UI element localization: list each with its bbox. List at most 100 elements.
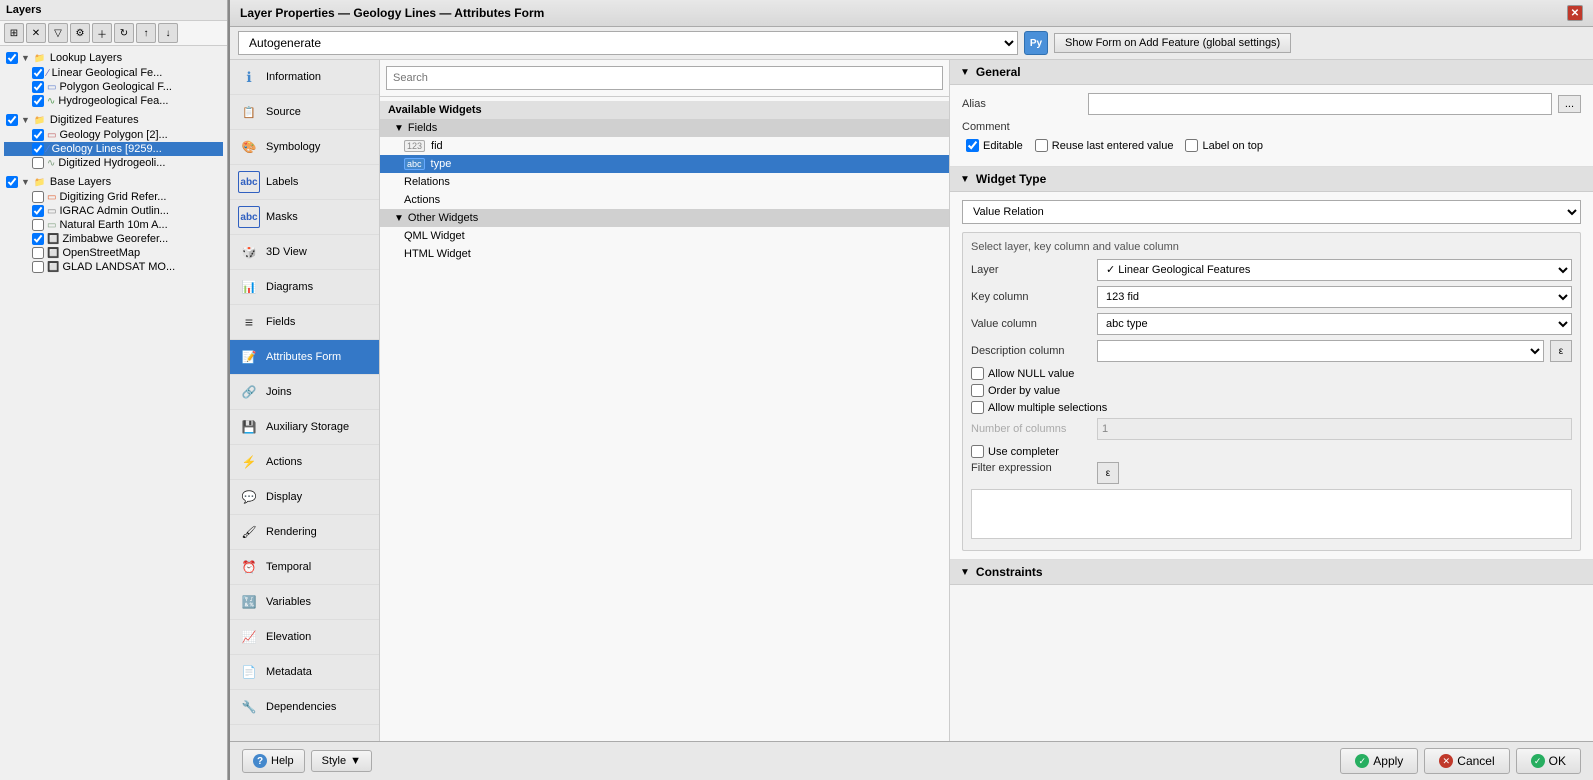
list-item[interactable]: ▭ Natural Earth 10m A... xyxy=(4,218,223,232)
nav-item-elevation[interactable]: 📈 Elevation xyxy=(230,620,379,655)
layer-group-digitized-header[interactable]: ▼ 📁 Digitized Features xyxy=(4,112,223,128)
digitizing-grid-checkbox[interactable] xyxy=(32,191,44,203)
layer-config-select[interactable]: ✓ Linear Geological Features xyxy=(1097,259,1572,281)
list-item[interactable]: 🔲 GLAD LANDSAT MO... xyxy=(4,260,223,274)
apply-button[interactable]: ✓ Apply xyxy=(1340,748,1418,774)
nav-item-joins[interactable]: 🔗 Joins xyxy=(230,375,379,410)
widget-field-fid[interactable]: 123 fid xyxy=(380,137,949,155)
nav-item-diagrams[interactable]: 📊 Diagrams xyxy=(230,270,379,305)
filter-expr-button[interactable]: ε xyxy=(1097,462,1119,484)
widget-qml[interactable]: QML Widget xyxy=(380,227,949,245)
nav-item-symbology[interactable]: 🎨 Symbology xyxy=(230,130,379,165)
label-on-top-label[interactable]: Label on top xyxy=(1185,139,1263,152)
nav-item-actions[interactable]: ⚡ Actions xyxy=(230,445,379,480)
layer-group-base-header[interactable]: ▼ 📁 Base Layers xyxy=(4,174,223,190)
cancel-button[interactable]: ✕ Cancel xyxy=(1424,748,1509,774)
layer-options-btn[interactable]: ⚙ xyxy=(70,23,90,43)
widget-field-type[interactable]: abc type xyxy=(380,155,949,173)
nav-item-rendering[interactable]: 🖌 Rendering xyxy=(230,515,379,550)
available-widgets-header[interactable]: Available Widgets xyxy=(380,101,949,119)
list-item[interactable]: ▭ Digitizing Grid Refer... xyxy=(4,190,223,204)
editable-checkbox[interactable] xyxy=(966,139,979,152)
python-icon-btn[interactable]: Py xyxy=(1024,31,1048,55)
order-by-checkbox[interactable] xyxy=(971,384,984,397)
move-down-btn[interactable]: ↓ xyxy=(158,23,178,43)
nav-item-attributes-form[interactable]: 📝 Attributes Form xyxy=(230,340,379,375)
close-button[interactable]: ✕ xyxy=(1567,5,1583,21)
widget-search-input[interactable] xyxy=(386,66,943,90)
nav-item-labels[interactable]: abc Labels xyxy=(230,165,379,200)
base-group-checkbox[interactable] xyxy=(6,176,18,188)
polygon-geo-checkbox[interactable] xyxy=(32,81,44,93)
list-item[interactable]: ▭ Polygon Geological F... xyxy=(4,80,223,94)
filter-expr-textarea[interactable] xyxy=(971,489,1572,539)
widget-relations[interactable]: Relations xyxy=(380,173,949,191)
general-section-header[interactable]: ▼ General xyxy=(950,60,1593,85)
other-widgets-header[interactable]: ▼ Other Widgets xyxy=(380,209,949,227)
widget-actions[interactable]: Actions xyxy=(380,191,949,209)
osm-checkbox[interactable] xyxy=(32,247,44,259)
digitized-hydro-checkbox[interactable] xyxy=(32,157,44,169)
help-button[interactable]: ? Help xyxy=(242,749,305,773)
reuse-last-label[interactable]: Reuse last entered value xyxy=(1035,139,1174,152)
description-expr-button[interactable]: ε xyxy=(1550,340,1572,362)
geology-lines-checkbox[interactable] xyxy=(32,143,44,155)
allow-null-label[interactable]: Allow NULL value xyxy=(971,367,1074,380)
digitized-expand-arrow[interactable]: ▼ xyxy=(21,115,30,125)
lookup-group-checkbox[interactable] xyxy=(6,52,18,64)
filter-btn[interactable]: ▽ xyxy=(48,23,68,43)
nav-item-temporal[interactable]: ⏰ Temporal xyxy=(230,550,379,585)
autogenerate-select[interactable]: Autogenerate xyxy=(238,31,1018,55)
reuse-last-checkbox[interactable] xyxy=(1035,139,1048,152)
list-item[interactable]: ∕ Linear Geological Fe... xyxy=(4,66,223,80)
nav-item-variables[interactable]: 🔣 Variables xyxy=(230,585,379,620)
widget-type-section-header[interactable]: ▼ Widget Type xyxy=(950,167,1593,192)
layer-group-lookup-header[interactable]: ▼ 📁 Lookup Layers xyxy=(4,50,223,66)
nav-item-dependencies[interactable]: 🔧 Dependencies xyxy=(230,690,379,725)
nav-item-metadata[interactable]: 📄 Metadata xyxy=(230,655,379,690)
add-layer-btn[interactable]: ＋ xyxy=(92,23,112,43)
nav-item-3dview[interactable]: 🎲 3D View xyxy=(230,235,379,270)
igrac-admin-checkbox[interactable] xyxy=(32,205,44,217)
widget-html[interactable]: HTML Widget xyxy=(380,245,949,263)
widget-type-dropdown[interactable]: Value Relation xyxy=(962,200,1581,224)
allow-null-checkbox[interactable] xyxy=(971,367,984,380)
list-item[interactable]: 🔲 Zimbabwe Georefer... xyxy=(4,232,223,246)
order-by-label[interactable]: Order by value xyxy=(971,384,1060,397)
hydro-geo-checkbox[interactable] xyxy=(32,95,44,107)
geology-poly-checkbox[interactable] xyxy=(32,129,44,141)
base-expand-arrow[interactable]: ▼ xyxy=(21,177,30,187)
key-column-select[interactable]: 123 fid xyxy=(1097,286,1572,308)
list-item[interactable]: ▭ Geology Polygon [2]... xyxy=(4,128,223,142)
style-button[interactable]: Style ▼ xyxy=(311,750,372,772)
nav-item-masks[interactable]: abc Masks xyxy=(230,200,379,235)
zimbabwe-checkbox[interactable] xyxy=(32,233,44,245)
list-item[interactable]: ▭ IGRAC Admin Outlin... xyxy=(4,204,223,218)
digitized-group-checkbox[interactable] xyxy=(6,114,18,126)
nav-item-information[interactable]: ℹ Information xyxy=(230,60,379,95)
lookup-expand-arrow[interactable]: ▼ xyxy=(21,53,30,63)
add-group-btn[interactable]: ⊞ xyxy=(4,23,24,43)
use-completer-checkbox[interactable] xyxy=(971,445,984,458)
list-item[interactable]: ∿ Hydrogeological Fea... xyxy=(4,94,223,108)
ok-button[interactable]: ✓ OK xyxy=(1516,748,1581,774)
nav-item-fields[interactable]: ≡ Fields xyxy=(230,305,379,340)
editable-label[interactable]: Editable xyxy=(966,139,1023,152)
list-item[interactable]: ∕ Geology Lines [9259... xyxy=(4,142,223,156)
allow-multiple-label[interactable]: Allow multiple selections xyxy=(971,401,1107,414)
show-form-button[interactable]: Show Form on Add Feature (global setting… xyxy=(1054,33,1291,53)
description-column-select[interactable] xyxy=(1097,340,1544,362)
use-completer-label[interactable]: Use completer xyxy=(971,445,1059,458)
alias-dots-button[interactable]: ... xyxy=(1558,95,1581,113)
move-up-btn[interactable]: ↑ xyxy=(136,23,156,43)
allow-multiple-checkbox[interactable] xyxy=(971,401,984,414)
nav-item-display[interactable]: 💬 Display xyxy=(230,480,379,515)
nav-item-auxiliary-storage[interactable]: 💾 Auxiliary Storage xyxy=(230,410,379,445)
alias-input[interactable] xyxy=(1088,93,1552,115)
label-on-top-checkbox[interactable] xyxy=(1185,139,1198,152)
list-item[interactable]: 🔲 OpenStreetMap xyxy=(4,246,223,260)
value-column-select[interactable]: abc type xyxy=(1097,313,1572,335)
remove-layer-btn[interactable]: ✕ xyxy=(26,23,46,43)
refresh-btn[interactable]: ↻ xyxy=(114,23,134,43)
linear-geo-checkbox[interactable] xyxy=(32,67,44,79)
